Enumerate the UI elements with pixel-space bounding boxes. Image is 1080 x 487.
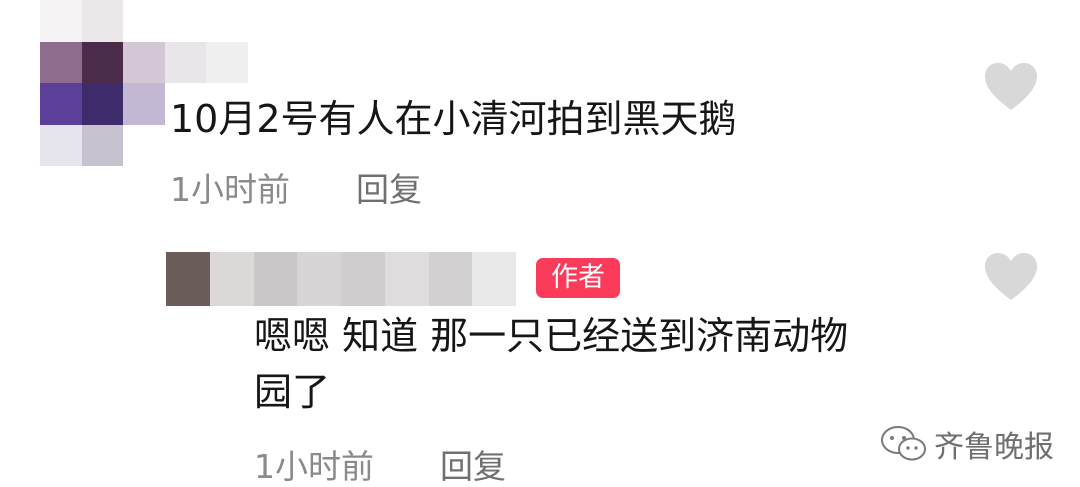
reply-text: 嗯嗯 知道 那一只已经送到济南动物 园了 [254,308,848,420]
watermark-text: 齐鲁晚报 [934,430,1054,465]
reply-avatar-pixelated[interactable] [166,252,516,306]
watermark: 齐鲁晚报 [880,422,1054,466]
wechat-icon [881,426,926,461]
author-badge: 作者 [536,258,620,298]
reply-like-heart-icon[interactable] [984,252,1038,302]
comment-reply-button[interactable]: 回复 [356,173,422,206]
comment-avatar-pixelated[interactable] [40,0,248,166]
reply-time: 1小时前 [254,447,374,486]
comment-time: 1小时前 [170,170,290,209]
reply-text-line-2: 园了 [254,370,331,414]
reply-reply-button[interactable]: 回复 [440,450,506,483]
comment-text: 10月2号有人在小清河拍到黑天鹅 [170,97,737,141]
comment-like-heart-icon[interactable] [984,62,1038,112]
reply-text-line-1: 嗯嗯 知道 那一只已经送到济南动物 [254,314,849,358]
